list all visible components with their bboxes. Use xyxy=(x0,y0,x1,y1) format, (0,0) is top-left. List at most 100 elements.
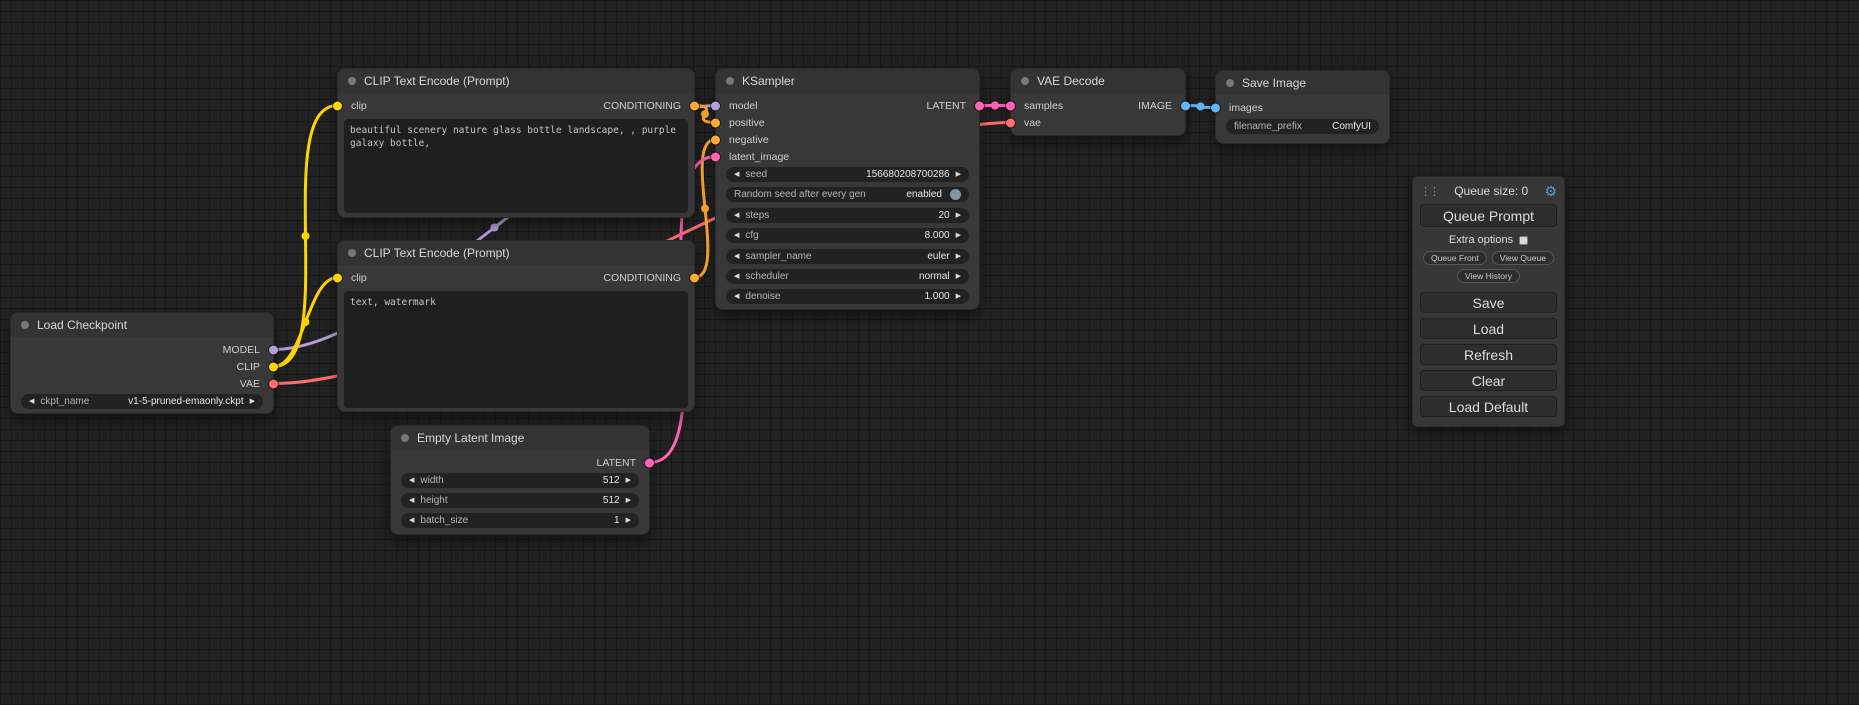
next-arrow-icon[interactable]: ▶ xyxy=(956,232,961,239)
conditioning-output-port[interactable] xyxy=(690,273,699,282)
next-arrow-icon[interactable]: ▶ xyxy=(956,171,961,178)
node-load-checkpoint[interactable]: Load Checkpoint MODEL CLIP VAE ◀ ckpt_na… xyxy=(10,312,274,414)
next-arrow-icon[interactable]: ▶ xyxy=(956,293,961,300)
output-label-image: IMAGE xyxy=(1138,100,1172,112)
random-seed-toggle-widget[interactable]: Random seed after every gen enabled xyxy=(726,187,969,202)
next-arrow-icon[interactable]: ▶ xyxy=(956,273,961,280)
node-empty-latent-image[interactable]: Empty Latent Image LATENT ◀ width 512 ▶ … xyxy=(390,425,650,535)
clip-input-port[interactable] xyxy=(333,273,342,282)
node-save-image[interactable]: Save Image images filename_prefix ComfyU… xyxy=(1215,70,1390,144)
prev-arrow-icon[interactable]: ◀ xyxy=(734,171,739,178)
node-title-text: Save Image xyxy=(1242,76,1306,90)
node-title-bar[interactable]: Load Checkpoint xyxy=(11,313,273,337)
node-title-bar[interactable]: KSampler xyxy=(716,69,979,93)
height-widget[interactable]: ◀ height 512 ▶ xyxy=(401,493,639,508)
images-input-port[interactable] xyxy=(1211,103,1220,112)
sampler-name-widget[interactable]: ◀ sampler_name euler ▶ xyxy=(726,249,969,264)
menu-drag-handle-icon[interactable]: ⋮⋮ xyxy=(1420,185,1438,198)
prev-arrow-icon[interactable]: ◀ xyxy=(734,232,739,239)
prev-arrow-icon[interactable]: ◀ xyxy=(29,398,34,405)
vae-input-port[interactable] xyxy=(1006,118,1015,127)
next-arrow-icon[interactable]: ▶ xyxy=(956,253,961,260)
clear-button[interactable]: Clear xyxy=(1420,370,1557,391)
settings-gear-icon[interactable]: ⚙ xyxy=(1544,184,1557,198)
next-arrow-icon[interactable]: ▶ xyxy=(626,477,631,484)
load-button[interactable]: Load xyxy=(1420,318,1557,339)
seed-widget[interactable]: ◀ seed 156680208700286 ▶ xyxy=(726,167,969,182)
widget-value: normal xyxy=(919,271,950,282)
link-midpoint-dot xyxy=(1197,103,1205,111)
latent-output-port[interactable] xyxy=(975,101,984,110)
output-row-clip: CLIP xyxy=(11,358,273,375)
latent-image-input-port[interactable] xyxy=(711,152,720,161)
prev-arrow-icon[interactable]: ◀ xyxy=(409,477,414,484)
vae-output-port[interactable] xyxy=(269,379,278,388)
input-row-latent-image: latent_image xyxy=(716,148,979,165)
filename-prefix-widget[interactable]: filename_prefix ComfyUI xyxy=(1226,119,1379,134)
node-clip-text-encode-positive[interactable]: CLIP Text Encode (Prompt) clip CONDITION… xyxy=(337,68,695,218)
steps-widget[interactable]: ◀ steps 20 ▶ xyxy=(726,208,969,223)
clip-output-port[interactable] xyxy=(269,362,278,371)
denoise-widget[interactable]: ◀ denoise 1.000 ▶ xyxy=(726,289,969,304)
widget-value: enabled xyxy=(906,189,942,200)
prev-arrow-icon[interactable]: ◀ xyxy=(409,497,414,504)
node-status-dot xyxy=(1021,77,1029,85)
negative-prompt-textarea[interactable]: text, watermark xyxy=(344,291,688,408)
width-widget[interactable]: ◀ width 512 ▶ xyxy=(401,473,639,488)
view-history-button[interactable]: View History xyxy=(1457,269,1520,283)
positive-input-port[interactable] xyxy=(711,118,720,127)
save-button[interactable]: Save xyxy=(1420,292,1557,313)
cfg-widget[interactable]: ◀ cfg 8.000 ▶ xyxy=(726,228,969,243)
clip-input-port[interactable] xyxy=(333,101,342,110)
view-queue-button[interactable]: View Queue xyxy=(1492,251,1554,265)
prev-arrow-icon[interactable]: ◀ xyxy=(734,293,739,300)
node-title-bar[interactable]: Empty Latent Image xyxy=(391,426,649,450)
positive-prompt-textarea[interactable]: beautiful scenery nature glass bottle la… xyxy=(344,119,688,213)
output-row-model: MODEL xyxy=(11,341,273,358)
node-title-bar[interactable]: CLIP Text Encode (Prompt) xyxy=(338,241,694,265)
next-arrow-icon[interactable]: ▶ xyxy=(626,497,631,504)
widget-value: 512 xyxy=(603,495,620,506)
widget-label: batch_size xyxy=(420,515,468,526)
node-status-dot xyxy=(1226,79,1234,87)
ckpt-name-widget[interactable]: ◀ ckpt_name v1-5-pruned-emaonly.ckpt ▶ xyxy=(21,394,263,409)
refresh-button[interactable]: Refresh xyxy=(1420,344,1557,365)
output-label-latent: LATENT xyxy=(927,100,966,112)
prev-arrow-icon[interactable]: ◀ xyxy=(734,253,739,260)
prev-arrow-icon[interactable]: ◀ xyxy=(409,517,414,524)
samples-input-port[interactable] xyxy=(1006,101,1015,110)
prev-arrow-icon[interactable]: ◀ xyxy=(734,212,739,219)
prev-arrow-icon[interactable]: ◀ xyxy=(734,273,739,280)
output-row-latent: LATENT xyxy=(391,454,649,471)
model-input-port[interactable] xyxy=(711,101,720,110)
output-label-vae: VAE xyxy=(240,378,260,390)
model-output-port[interactable] xyxy=(269,345,278,354)
input-label-negative: negative xyxy=(729,134,769,146)
queue-prompt-button[interactable]: Queue Prompt xyxy=(1420,204,1557,227)
node-clip-text-encode-negative[interactable]: CLIP Text Encode (Prompt) clip CONDITION… xyxy=(337,240,695,412)
latent-output-port[interactable] xyxy=(645,458,654,467)
toggle-knob-icon[interactable] xyxy=(950,189,961,200)
node-ksampler[interactable]: KSampler model positive negative latent_… xyxy=(715,68,980,310)
node-title-bar[interactable]: CLIP Text Encode (Prompt) xyxy=(338,69,694,93)
queue-front-button[interactable]: Queue Front xyxy=(1423,251,1487,265)
extra-options-checkbox[interactable] xyxy=(1519,236,1528,245)
widget-value: 512 xyxy=(603,475,620,486)
next-arrow-icon[interactable]: ▶ xyxy=(956,212,961,219)
node-vae-decode[interactable]: VAE Decode samples vae IMAGE xyxy=(1010,68,1186,136)
node-title-bar[interactable]: Save Image xyxy=(1216,71,1389,95)
batch-size-widget[interactable]: ◀ batch_size 1 ▶ xyxy=(401,513,639,528)
node-title-text: CLIP Text Encode (Prompt) xyxy=(364,246,510,260)
next-arrow-icon[interactable]: ▶ xyxy=(250,398,255,405)
node-title-bar[interactable]: VAE Decode xyxy=(1011,69,1185,93)
input-label-model: model xyxy=(729,100,758,112)
scheduler-widget[interactable]: ◀ scheduler normal ▶ xyxy=(726,269,969,284)
load-default-button[interactable]: Load Default xyxy=(1420,396,1557,417)
image-output-port[interactable] xyxy=(1181,101,1190,110)
graph-canvas[interactable]: Load Checkpoint MODEL CLIP VAE ◀ ckpt_na… xyxy=(0,0,1859,705)
negative-input-port[interactable] xyxy=(711,135,720,144)
next-arrow-icon[interactable]: ▶ xyxy=(626,517,631,524)
conditioning-output-port[interactable] xyxy=(690,101,699,110)
link-midpoint-dot xyxy=(701,205,709,213)
io-row: clip CONDITIONING xyxy=(338,97,694,114)
